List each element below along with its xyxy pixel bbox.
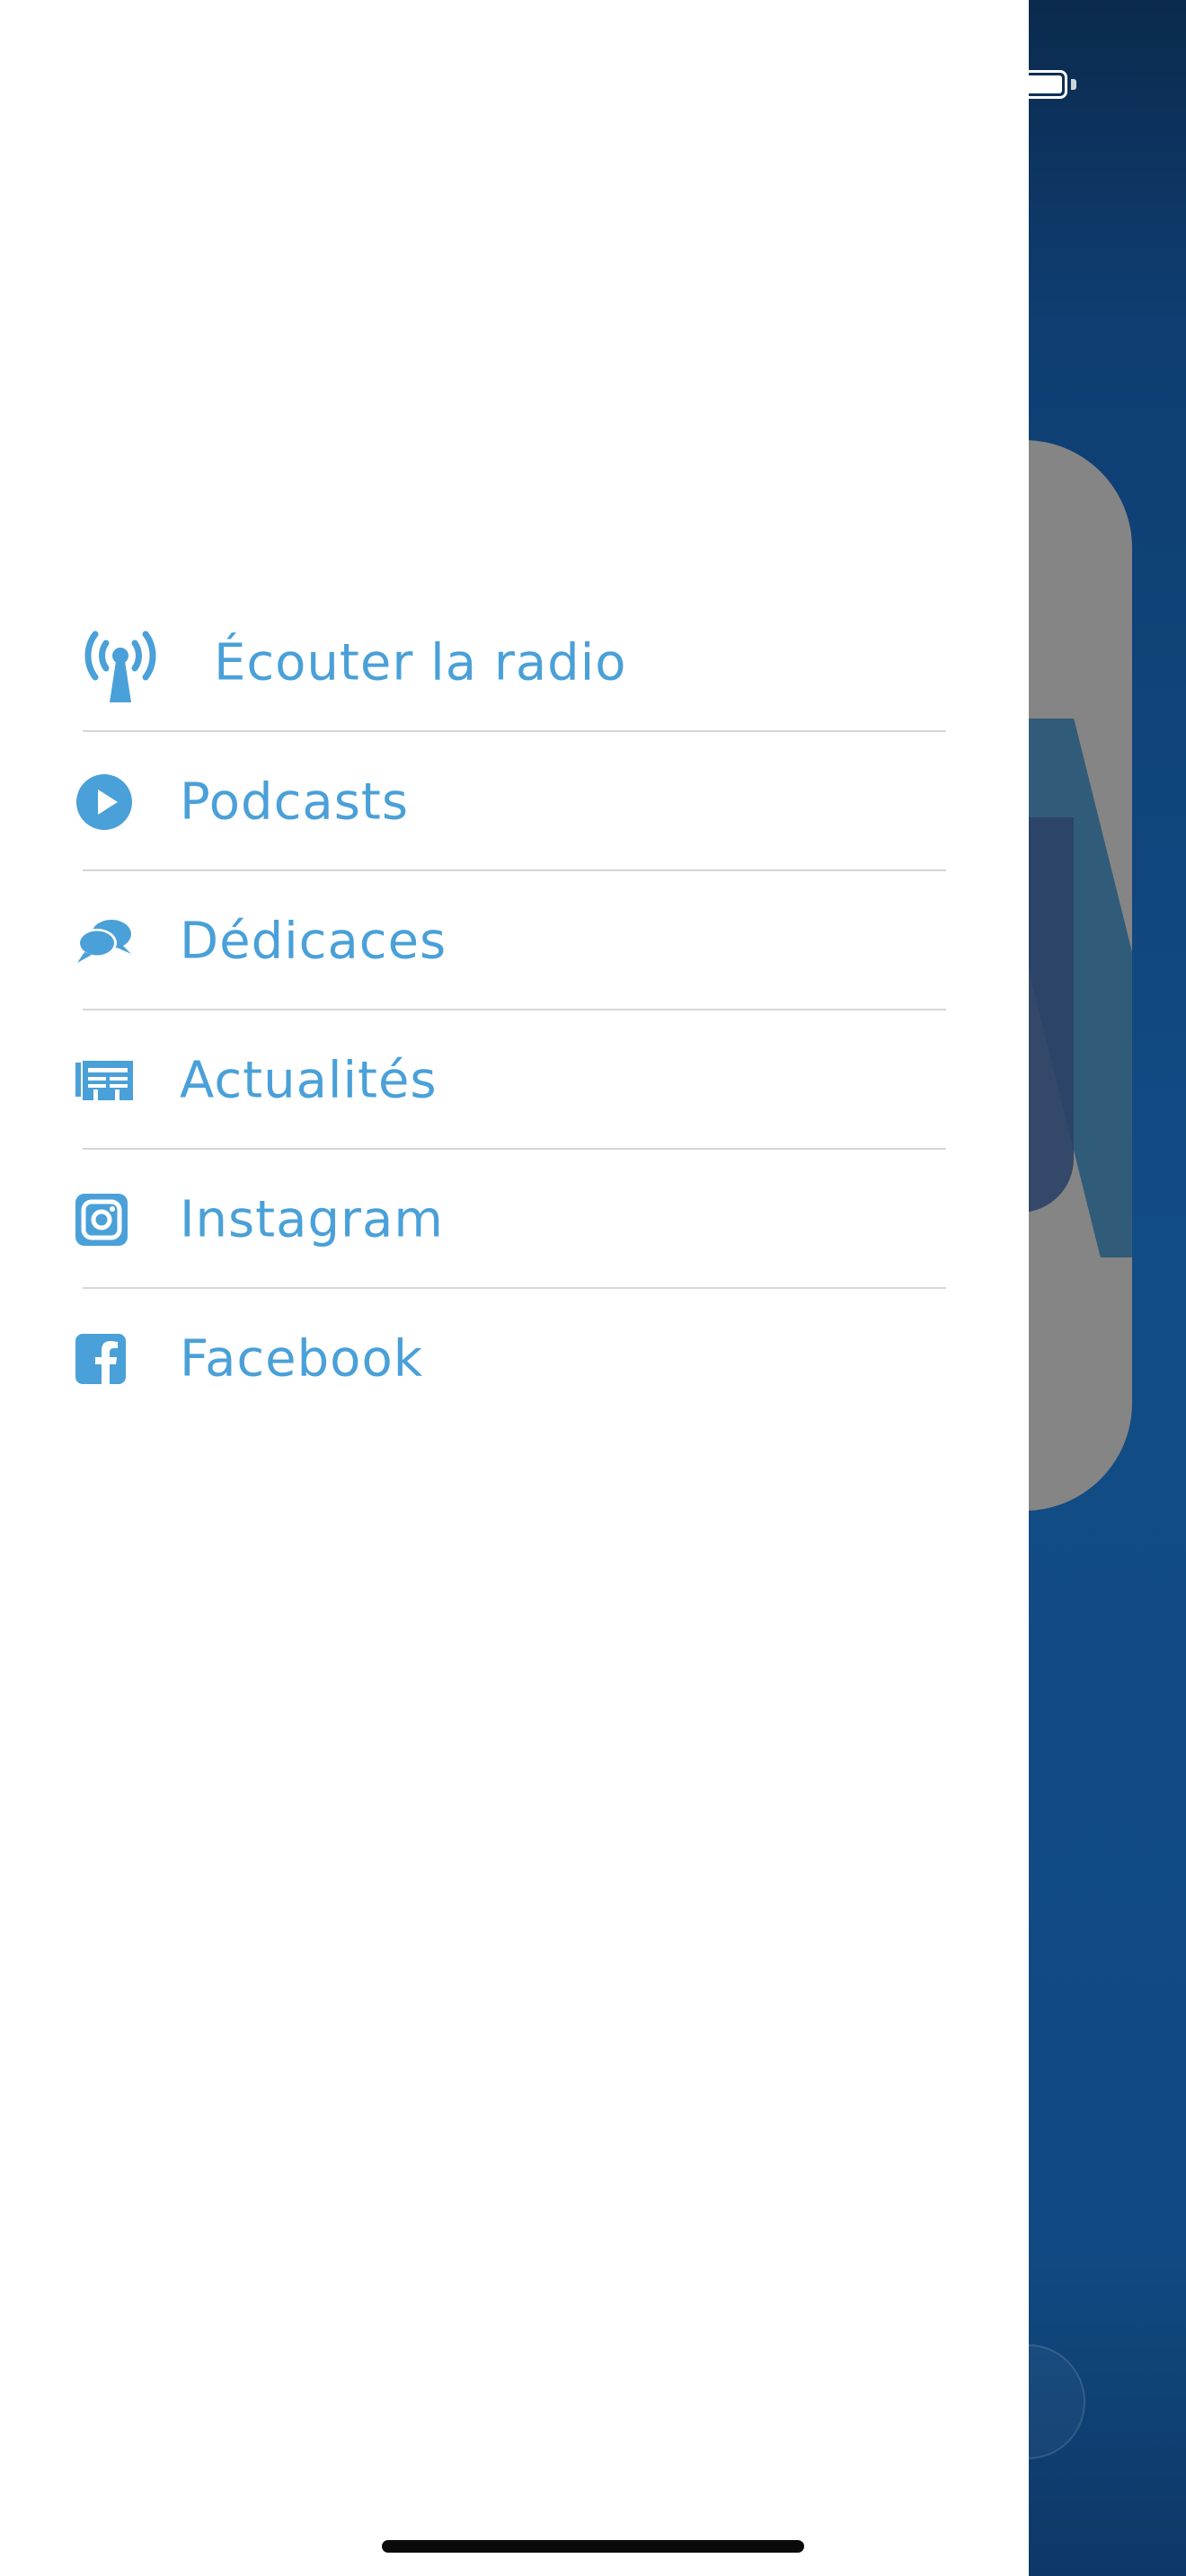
home-indicator[interactable] xyxy=(382,2540,804,2553)
menu-item-label: Actualités xyxy=(180,1051,438,1109)
battery-tip xyxy=(1071,79,1076,90)
newspaper-icon xyxy=(75,1060,133,1100)
menu-item-instagram[interactable]: Instagram xyxy=(0,1150,1029,1289)
app-screen: Écouter la radio Podcasts Dédicaces Actu… xyxy=(0,0,1186,2576)
menu-item-label: Écouter la radio xyxy=(214,633,627,692)
instagram-icon xyxy=(75,1193,128,1246)
menu-item-actualites[interactable]: Actualités xyxy=(0,1010,1029,1150)
menu-item-label: Podcasts xyxy=(180,772,409,831)
menu-item-label: Instagram xyxy=(180,1190,444,1248)
menu-item-dedicaces[interactable]: Dédicaces xyxy=(0,871,1029,1010)
drawer-menu: Écouter la radio Podcasts Dédicaces Actu… xyxy=(0,593,1029,1428)
menu-item-podcasts[interactable]: Podcasts xyxy=(0,732,1029,871)
facebook-icon xyxy=(75,1333,126,1384)
menu-item-label: Facebook xyxy=(180,1329,424,1388)
navigation-drawer: Écouter la radio Podcasts Dédicaces Actu… xyxy=(0,0,1029,2576)
menu-item-label: Dédicaces xyxy=(180,912,447,970)
menu-item-radio[interactable]: Écouter la radio xyxy=(0,593,1029,732)
chat-bubbles-icon xyxy=(75,918,133,965)
play-circle-icon xyxy=(75,773,133,831)
radio-antenna-icon xyxy=(75,622,165,704)
menu-item-facebook[interactable]: Facebook xyxy=(0,1289,1029,1428)
